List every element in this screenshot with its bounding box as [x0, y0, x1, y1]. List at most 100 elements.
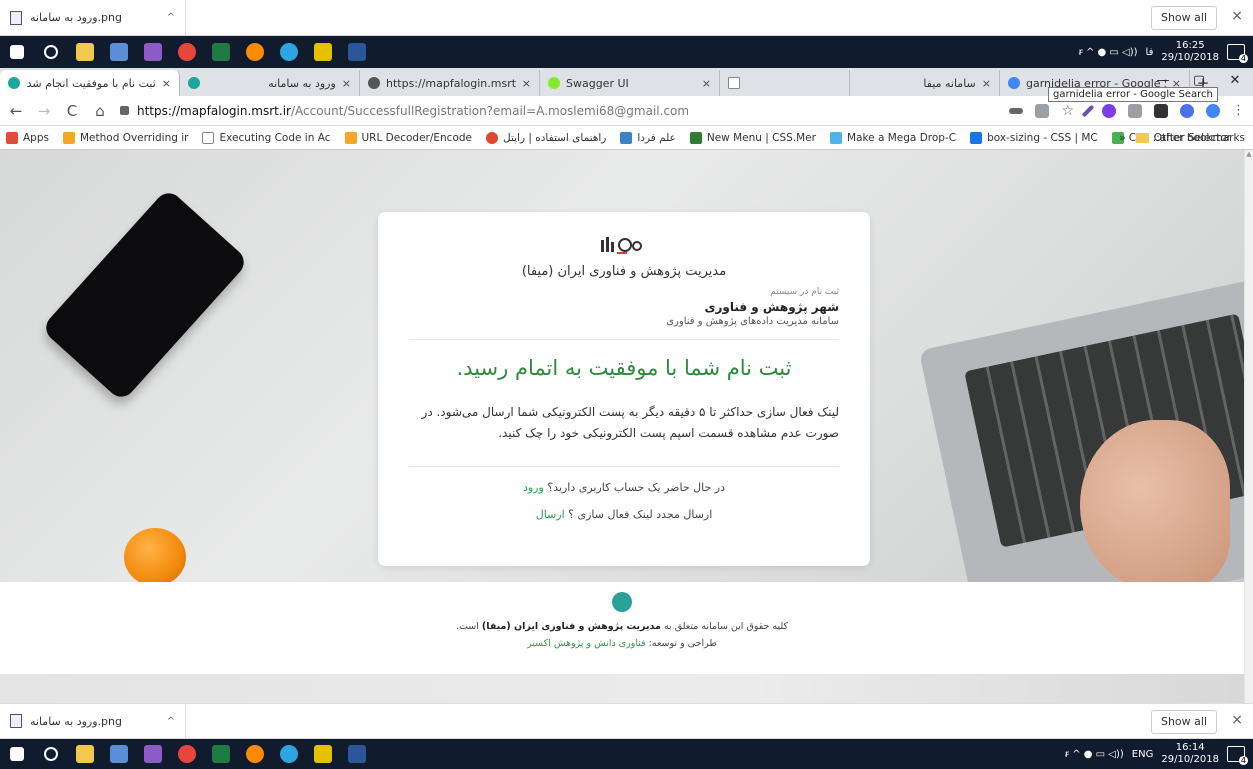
scroll-up-icon[interactable]: ▲	[1245, 150, 1253, 158]
tab-login[interactable]: ورود به سامانه ×	[180, 70, 360, 96]
login-link[interactable]: ورود	[523, 481, 544, 494]
notification-count: 4	[1238, 54, 1248, 63]
bookmark-label: Make a Mega Drop-C	[846, 131, 957, 144]
extension-purple-icon[interactable]	[1102, 103, 1116, 118]
folder-icon	[1135, 132, 1149, 143]
close-window-button[interactable]: ✕	[1217, 68, 1253, 96]
star-icon[interactable]: ☆	[1061, 103, 1074, 119]
bookmark-executing-code[interactable]: Executing Code in Ac	[202, 131, 331, 144]
tab-title: https://mapfalogin.msrt.ir/Acc	[386, 76, 516, 90]
bookmark-raptel[interactable]: راهنمای استفاده | راپتل	[486, 131, 606, 144]
bookmark-url-decoder[interactable]: URL Decoder/Encode	[344, 131, 472, 144]
search-circle-icon[interactable]	[34, 36, 68, 68]
chrome-icon[interactable]	[170, 738, 204, 769]
bookmark-new-menu[interactable]: New Menu | CSS.Mer	[689, 131, 816, 144]
bookmark-favicon-icon	[344, 131, 357, 144]
key-icon[interactable]	[1009, 107, 1024, 114]
developer-line: طراحی و توسعه: فناوری دانش و پژوهش اکسیر	[0, 638, 1244, 649]
profile-avatar-icon[interactable]	[1206, 103, 1220, 118]
tab-mapfa-system[interactable]: سامانه میفا ×	[850, 70, 1000, 96]
bookmark-mega-dropdown[interactable]: Make a Mega Drop-C	[829, 131, 957, 144]
visual-studio-icon[interactable]	[136, 36, 170, 68]
windows-start-icon[interactable]	[0, 36, 34, 68]
resend-link[interactable]: ارسال	[536, 508, 565, 521]
bookmark-apps[interactable]: Apps	[6, 131, 49, 144]
file-explorer-icon[interactable]	[68, 36, 102, 68]
word-icon[interactable]	[340, 738, 374, 769]
network-app-icon[interactable]	[102, 36, 136, 68]
resend-text: ارسال مجدد لینک فعال سازی ؟	[568, 508, 713, 521]
login-row: در حال حاضر یک حساب کاربری دارید؟ ورود	[409, 481, 839, 494]
back-button[interactable]: ←	[8, 102, 24, 120]
bookmark-label: علم فردا	[637, 131, 676, 144]
language-indicator[interactable]: ENG	[1132, 749, 1154, 760]
extension-dark-icon[interactable]	[1154, 103, 1168, 118]
reload-button[interactable]: C	[64, 102, 80, 120]
bookmark-favicon-icon	[62, 131, 75, 144]
firefox-icon[interactable]	[238, 36, 272, 68]
excel-icon[interactable]	[204, 36, 238, 68]
web-page: مدیریت پژوهش و فناوری ایران (میفا) ثبت ن…	[0, 150, 1253, 703]
download-item[interactable]: ورود به سامانه.png ^	[0, 0, 186, 36]
paint-app-icon[interactable]	[306, 738, 340, 769]
network-app-icon[interactable]	[102, 738, 136, 769]
tab-close-icon[interactable]: ×	[522, 77, 531, 90]
menu-icon[interactable]: ⋮	[1232, 103, 1245, 118]
visual-studio-icon[interactable]	[136, 738, 170, 769]
tab-mapfalogin-url[interactable]: https://mapfalogin.msrt.ir/Acc ×	[360, 70, 540, 96]
download-item[interactable]: ورود به سامانه.png ^	[0, 703, 186, 739]
extension-blue-icon[interactable]	[1180, 103, 1194, 118]
search-circle-icon[interactable]	[34, 738, 68, 769]
clock-time: 16:25	[1175, 40, 1205, 51]
tab-close-icon[interactable]: ×	[702, 77, 711, 90]
clock[interactable]: 16:14 29/10/2018	[1161, 742, 1219, 766]
more-bookmarks-button[interactable]: »	[1119, 132, 1125, 144]
eyedropper-icon[interactable]	[1081, 104, 1095, 117]
developer-link[interactable]: فناوری دانش و پژوهش اکسیر	[527, 638, 646, 649]
tab-blank[interactable]	[720, 70, 850, 96]
copyright-line: کلیه حقوق این سامانه متعلق به مدیریت پژو…	[0, 621, 1244, 632]
windows-start-icon[interactable]	[0, 738, 34, 769]
telegram-icon[interactable]	[272, 36, 306, 68]
tab-swagger[interactable]: Swagger UI ×	[540, 70, 720, 96]
chrome-icon[interactable]	[170, 36, 204, 68]
close-icon[interactable]: ×	[1231, 712, 1243, 728]
notification-icon[interactable]: 4	[1227, 44, 1248, 63]
other-bookmarks[interactable]: Other bookmarks	[1135, 132, 1245, 144]
notification-icon[interactable]: 4	[1227, 746, 1248, 765]
translate-icon[interactable]	[1035, 103, 1050, 118]
hand-image	[1080, 420, 1230, 582]
tray-icons[interactable]: ꞧ ^ ● ▭ ◁))	[1079, 47, 1138, 58]
close-icon[interactable]: ×	[1231, 8, 1243, 24]
bookmark-elm-farda[interactable]: علم فردا	[620, 131, 676, 144]
clock[interactable]: 16:25 29/10/2018	[1161, 40, 1219, 64]
telegram-icon[interactable]	[272, 738, 306, 769]
show-all-button[interactable]: Show all	[1150, 6, 1217, 30]
paint-app-icon[interactable]	[306, 36, 340, 68]
file-explorer-icon[interactable]	[68, 738, 102, 769]
url-input[interactable]: https://mapfalogin.msrt.ir/Account/Succe…	[120, 99, 997, 123]
forward-button[interactable]: →	[36, 102, 52, 120]
page-scrollbar[interactable]: ▲	[1244, 150, 1253, 703]
firefox-icon[interactable]	[238, 738, 272, 769]
chevron-up-icon[interactable]: ^	[167, 12, 175, 23]
excel-icon[interactable]	[204, 738, 238, 769]
tab-close-icon[interactable]: ×	[982, 77, 991, 90]
footer-logo-icon	[612, 592, 632, 612]
tab-close-icon[interactable]: ×	[342, 77, 351, 90]
camera-icon[interactable]	[1128, 103, 1142, 118]
tray-icons[interactable]: ꞧ ^ ● ▭ ◁))	[1065, 749, 1124, 760]
bookmark-label: Apps	[23, 131, 49, 144]
chevron-up-icon[interactable]: ^	[167, 716, 175, 727]
language-indicator[interactable]: فا	[1146, 47, 1154, 58]
apps-grid-icon	[6, 131, 18, 144]
word-icon[interactable]	[340, 36, 374, 68]
taskbar-top: ꞧ ^ ● ▭ ◁)) فا 16:25 29/10/2018 4	[0, 36, 1253, 68]
hero-background: مدیریت پژوهش و فناوری ایران (میفا) ثبت ن…	[0, 150, 1244, 582]
tab-registration-success[interactable]: ثبت نام با موفقیت انجام شد ×	[0, 70, 180, 96]
bookmark-box-sizing[interactable]: box-sizing - CSS | MC	[970, 131, 1098, 144]
show-all-button[interactable]: Show all	[1150, 710, 1217, 734]
tab-close-icon[interactable]: ×	[162, 77, 171, 90]
bookmark-method-overriding[interactable]: Method Overriding ir	[62, 131, 188, 144]
home-button[interactable]: ⌂	[92, 102, 108, 120]
